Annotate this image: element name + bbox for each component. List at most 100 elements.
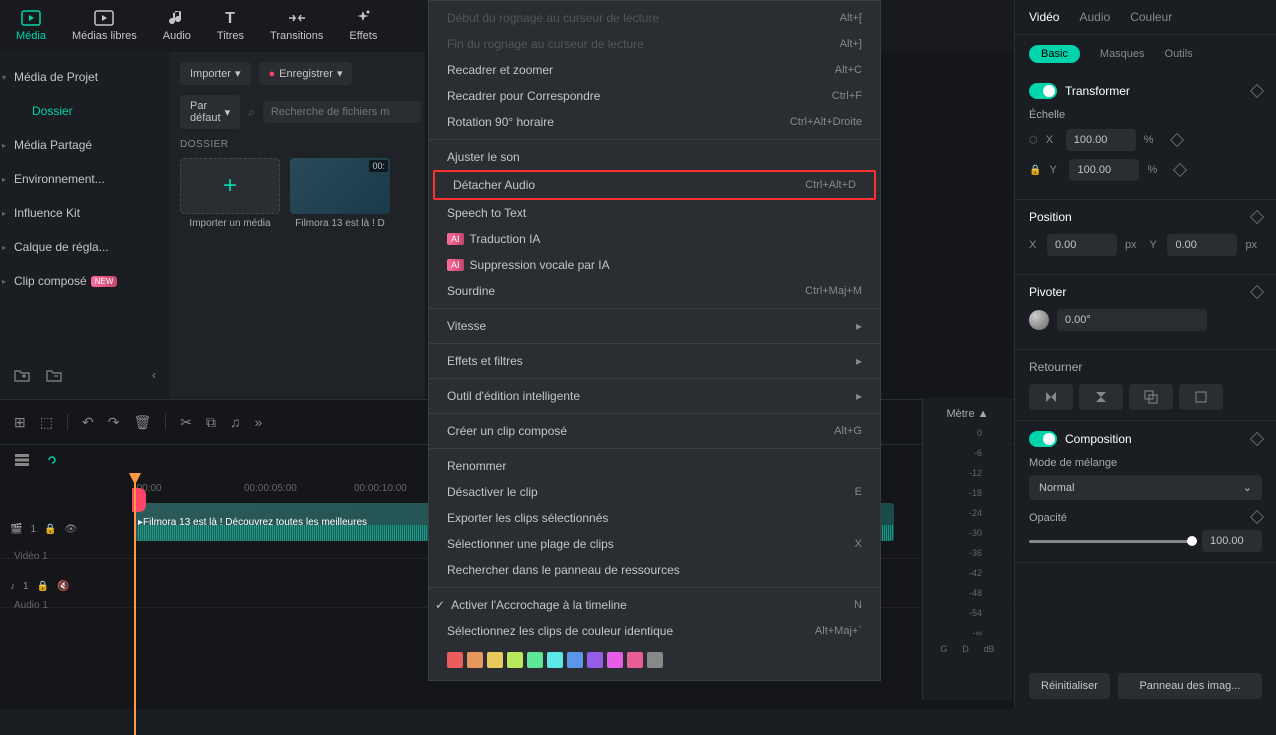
- scale-y-input[interactable]: [1069, 159, 1139, 181]
- subtab-basic[interactable]: Basic: [1029, 45, 1080, 63]
- color-swatch[interactable]: [447, 652, 463, 668]
- sidebar-item-influence[interactable]: ▸Influence Kit: [0, 196, 170, 230]
- menu-item[interactable]: Sélectionner une plage de clipsX: [429, 531, 880, 557]
- image-panel-button[interactable]: Panneau des imag...: [1118, 673, 1262, 699]
- menu-item[interactable]: AISuppression vocale par IA: [429, 252, 880, 278]
- menu-item[interactable]: Effets et filtres▸: [429, 348, 880, 374]
- subtab-tools[interactable]: Outils: [1165, 48, 1193, 60]
- sidebar-item-shared[interactable]: ▸Média Partagé: [0, 128, 170, 162]
- keyframe-icon[interactable]: [1250, 510, 1264, 524]
- collapse-icon[interactable]: ‹: [152, 368, 156, 382]
- color-swatch[interactable]: [627, 652, 643, 668]
- keyframe-icon[interactable]: [1250, 285, 1264, 299]
- sidebar-item-env[interactable]: ▸Environnement...: [0, 162, 170, 196]
- color-swatch[interactable]: [647, 652, 663, 668]
- tl-music-icon[interactable]: ♫: [230, 414, 241, 430]
- menu-item[interactable]: Outil d'édition intelligente▸: [429, 383, 880, 409]
- sidebar-item-compound[interactable]: ▸Clip composéNEW: [0, 264, 170, 298]
- sidebar-item-adjustment[interactable]: ▸Calque de régla...: [0, 230, 170, 264]
- meter-title[interactable]: Mètre ▲: [933, 408, 1002, 420]
- blend-select[interactable]: Normal ⌄: [1029, 475, 1262, 500]
- video-thumb[interactable]: 00: Filmora 13 est là ! D: [290, 158, 390, 229]
- tool-effects[interactable]: Effets: [345, 6, 381, 44]
- keyframe-icon[interactable]: [1250, 84, 1264, 98]
- pos-y-input[interactable]: [1167, 234, 1237, 256]
- menu-item[interactable]: Renommer: [429, 453, 880, 479]
- menu-item[interactable]: Sélectionnez les clips de couleur identi…: [429, 618, 880, 644]
- record-dropdown[interactable]: ● Enregistrer ▾: [259, 62, 353, 85]
- playhead[interactable]: [134, 475, 136, 735]
- tl-delete-icon[interactable]: 🗑: [133, 414, 151, 431]
- inspector-tab-color[interactable]: Couleur: [1130, 10, 1172, 24]
- color-swatch[interactable]: [607, 652, 623, 668]
- color-swatch[interactable]: [527, 652, 543, 668]
- subtab-masks[interactable]: Masques: [1100, 48, 1145, 60]
- menu-item[interactable]: Rechercher dans le panneau de ressources: [429, 557, 880, 583]
- media-search-input[interactable]: [263, 101, 421, 123]
- pos-x-input[interactable]: [1047, 234, 1117, 256]
- import-media-thumb[interactable]: + Importer un média: [180, 158, 280, 229]
- mute-icon[interactable]: 🔇: [57, 581, 69, 592]
- tool-titles[interactable]: T Titres: [213, 6, 248, 44]
- folder-add-icon[interactable]: [14, 368, 30, 382]
- keyframe-icon[interactable]: [1173, 163, 1187, 177]
- composition-toggle[interactable]: [1029, 431, 1057, 447]
- opacity-input[interactable]: [1202, 530, 1262, 552]
- rotate-input[interactable]: [1057, 309, 1207, 331]
- color-swatch[interactable]: [487, 652, 503, 668]
- menu-item[interactable]: Recadrer et zoomerAlt+C: [429, 57, 880, 83]
- menu-item[interactable]: Détacher AudioCtrl+Alt+D: [433, 170, 876, 200]
- menu-item[interactable]: Créer un clip composéAlt+G: [429, 418, 880, 444]
- folder-remove-icon[interactable]: [46, 368, 62, 382]
- menu-item[interactable]: Rotation 90° horaireCtrl+Alt+Droite: [429, 109, 880, 135]
- tool-transitions[interactable]: Transitions: [266, 6, 327, 44]
- tl-crop-icon[interactable]: ⧉: [206, 414, 216, 431]
- color-swatch[interactable]: [567, 652, 583, 668]
- menu-item[interactable]: Exporter les clips sélectionnés: [429, 505, 880, 531]
- tl-redo-icon[interactable]: ↷: [108, 414, 120, 431]
- tl-grid-icon[interactable]: ⊞: [14, 414, 26, 431]
- flip-h-button[interactable]: [1029, 384, 1073, 410]
- flip-square-button[interactable]: [1179, 384, 1223, 410]
- rotate-knob[interactable]: [1029, 310, 1049, 330]
- keyframe-icon[interactable]: [1170, 133, 1184, 147]
- visibility-icon[interactable]: 👁: [64, 524, 77, 535]
- inspector-tab-audio[interactable]: Audio: [1079, 10, 1110, 24]
- tl-tracks-icon[interactable]: [14, 453, 30, 467]
- keyframe-icon[interactable]: [1250, 210, 1264, 224]
- tool-audio[interactable]: Audio: [159, 6, 195, 44]
- menu-item[interactable]: Ajuster le son: [429, 144, 880, 170]
- sidebar-dossier[interactable]: Dossier: [0, 94, 170, 128]
- menu-item[interactable]: AITraduction IA: [429, 226, 880, 252]
- menu-item[interactable]: Désactiver le clipE: [429, 479, 880, 505]
- transform-toggle[interactable]: [1029, 83, 1057, 99]
- flip-copy-button[interactable]: [1129, 384, 1173, 410]
- tool-media[interactable]: Média: [12, 6, 50, 44]
- color-swatch[interactable]: [467, 652, 483, 668]
- lock-icon[interactable]: 🔒: [37, 581, 49, 592]
- tl-undo-icon[interactable]: ↶: [82, 414, 94, 431]
- inspector-tab-video[interactable]: Vidéo: [1029, 10, 1059, 24]
- keyframe-icon[interactable]: [1250, 432, 1264, 446]
- tl-more-icon[interactable]: »: [254, 414, 262, 430]
- menu-item[interactable]: Speech to Text: [429, 200, 880, 226]
- reset-button[interactable]: Réinitialiser: [1029, 673, 1110, 699]
- tl-link-icon[interactable]: [44, 453, 60, 467]
- color-swatch[interactable]: [587, 652, 603, 668]
- tl-cut-icon[interactable]: ✂: [180, 414, 192, 431]
- lock-icon[interactable]: 🔒: [44, 524, 56, 535]
- color-swatch[interactable]: [547, 652, 563, 668]
- import-dropdown[interactable]: Importer ▾: [180, 62, 251, 85]
- color-swatch[interactable]: [507, 652, 523, 668]
- flip-v-button[interactable]: [1079, 384, 1123, 410]
- lock-icon[interactable]: 🔒: [1029, 165, 1041, 176]
- tl-cursor-icon[interactable]: ⬚: [40, 414, 53, 431]
- opacity-slider[interactable]: [1029, 540, 1192, 543]
- tool-stock[interactable]: Médias libres: [68, 6, 141, 44]
- menu-item[interactable]: Recadrer pour CorrespondreCtrl+F: [429, 83, 880, 109]
- sidebar-project-media[interactable]: ▾Média de Projet: [0, 60, 170, 94]
- link-icon[interactable]: ⬡: [1029, 135, 1038, 146]
- sort-dropdown[interactable]: Par défaut ▾: [180, 95, 240, 129]
- menu-item[interactable]: SourdineCtrl+Maj+M: [429, 278, 880, 304]
- menu-item[interactable]: ✓Activer l'Accrochage à la timelineN: [429, 592, 880, 618]
